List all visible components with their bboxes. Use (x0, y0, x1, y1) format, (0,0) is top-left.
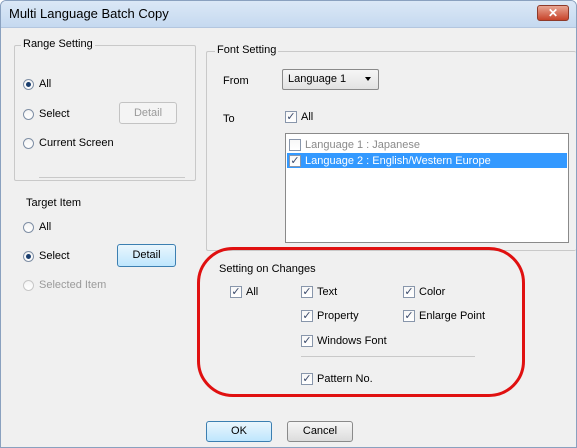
to-all-checkbox[interactable]: ✓ All (285, 111, 313, 123)
ok-button[interactable]: OK (206, 421, 272, 442)
checkmark-icon: ✓ (403, 286, 415, 298)
changes-all-label: All (246, 286, 259, 298)
target-selected-item-radio[interactable]: Selected Item (23, 279, 106, 291)
from-language-value: Language 1 (288, 73, 347, 85)
changes-all-checkbox[interactable]: ✓ All (230, 286, 258, 298)
close-icon: ✕ (547, 6, 559, 20)
list-item-language-2[interactable]: ✓ Language 2 : English/Western Europe (287, 153, 567, 168)
range-select-label: Select (39, 108, 70, 120)
checkmark-icon: ✓ (301, 373, 313, 385)
range-detail-button[interactable]: Detail (119, 102, 177, 124)
checkmark-icon: ✓ (301, 310, 313, 322)
radio-indicator (23, 137, 34, 149)
checkmark-icon: ✓ (301, 335, 313, 347)
radio-indicator (23, 221, 34, 233)
target-detail-button[interactable]: Detail (117, 244, 176, 267)
title-bar: Multi Language Batch Copy ✕ (1, 1, 576, 28)
changes-windows-font-checkbox[interactable]: ✓ Windows Font (301, 335, 387, 347)
range-select-radio[interactable]: Select (23, 108, 70, 120)
target-select-label: Select (39, 250, 70, 262)
changes-color-checkbox[interactable]: ✓ Color (403, 286, 445, 298)
to-all-label: All (301, 111, 314, 123)
font-setting-legend: Font Setting (215, 44, 279, 56)
target-select-radio[interactable]: Select (23, 250, 70, 262)
radio-indicator (23, 108, 34, 120)
changes-enlarge-point-label: Enlarge Point (419, 310, 486, 322)
language-1-label: Language 1 : Japanese (305, 138, 420, 151)
changes-text-checkbox[interactable]: ✓ Text (301, 286, 337, 298)
changes-pattern-no-label: Pattern No. (317, 373, 373, 385)
radio-indicator (23, 78, 34, 90)
to-label: To (223, 113, 235, 125)
checkmark-icon: ✓ (289, 154, 301, 167)
window-title: Multi Language Batch Copy (9, 6, 169, 21)
changes-windows-font-label: Windows Font (317, 335, 387, 347)
changes-separator (301, 356, 475, 357)
range-all-radio[interactable]: All (23, 78, 51, 90)
changes-pattern-no-checkbox[interactable]: ✓ Pattern No. (301, 373, 373, 385)
changes-property-checkbox[interactable]: ✓ Property (301, 310, 359, 322)
checkmark-icon: ✓ (230, 286, 242, 298)
target-language-list[interactable]: Language 1 : Japanese ✓ Language 2 : Eng… (285, 133, 569, 243)
close-button[interactable]: ✕ (537, 5, 569, 21)
range-current-screen-label: Current Screen (39, 137, 114, 149)
target-item-legend: Target Item (26, 197, 82, 209)
changes-text-label: Text (317, 286, 338, 298)
checkmark-icon: ✓ (301, 286, 313, 298)
changes-enlarge-point-checkbox[interactable]: ✓ Enlarge Point (403, 310, 485, 322)
from-language-dropdown[interactable]: Language 1 (282, 69, 379, 90)
cancel-button[interactable]: Cancel (287, 421, 353, 442)
setting-on-changes-legend: Setting on Changes (219, 263, 316, 275)
language-2-label: Language 2 : English/Western Europe (305, 154, 491, 167)
changes-color-label: Color (419, 286, 446, 298)
target-all-radio[interactable]: All (23, 221, 51, 233)
range-current-screen-radio[interactable]: Current Screen (23, 137, 114, 149)
checkmark-icon: ✓ (403, 310, 415, 322)
checkbox-icon (289, 138, 301, 151)
checkmark-icon: ✓ (285, 111, 297, 123)
dialog-window: Multi Language Batch Copy ✕ Range Settin… (0, 0, 577, 448)
range-all-label: All (39, 78, 52, 90)
from-label: From (223, 75, 249, 87)
target-all-label: All (39, 221, 52, 233)
target-selected-item-label: Selected Item (39, 279, 107, 291)
target-item-separator (39, 177, 185, 178)
radio-indicator (23, 250, 34, 262)
radio-indicator (23, 279, 34, 291)
chevron-down-icon (365, 77, 371, 81)
list-item-language-1[interactable]: Language 1 : Japanese (287, 137, 567, 152)
changes-property-label: Property (317, 310, 359, 322)
range-setting-legend: Range Setting (21, 38, 95, 50)
